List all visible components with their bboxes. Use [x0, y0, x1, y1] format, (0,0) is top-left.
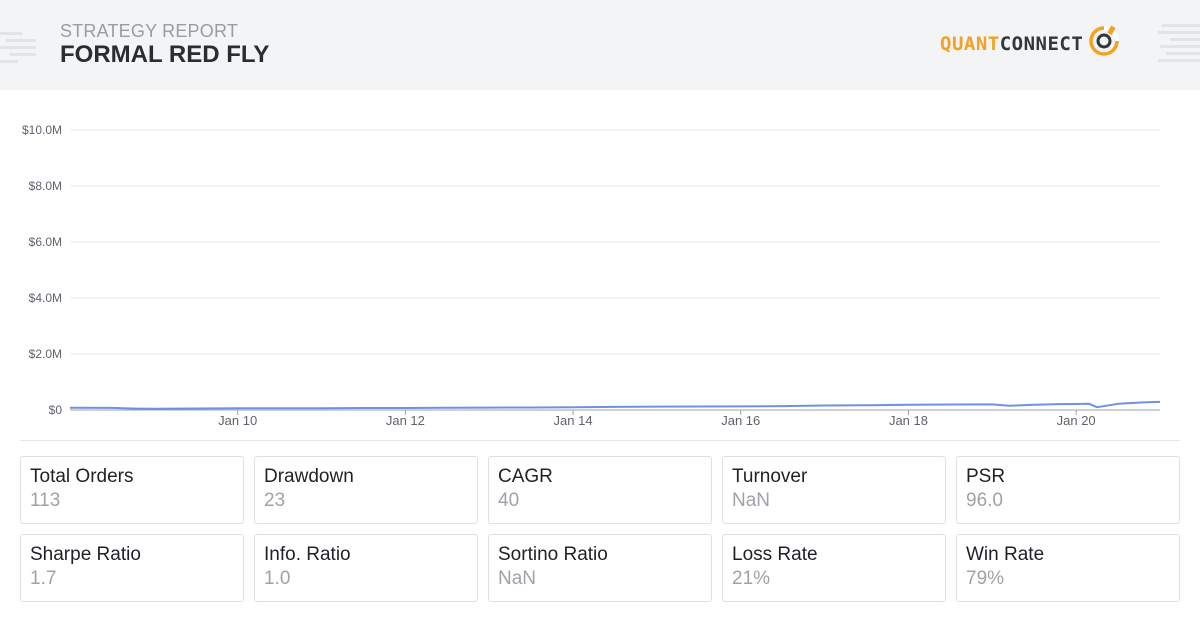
stat-label: Sortino Ratio — [498, 544, 608, 565]
stat-value: 96.0 — [966, 490, 1003, 511]
stat-label: Win Rate — [966, 544, 1045, 565]
stat-card-info-ratio: Info. Ratio 1.0 — [254, 534, 478, 602]
stat-value: 1.0 — [264, 568, 291, 589]
stat-card-loss-rate: Loss Rate 21% — [722, 534, 946, 602]
equity-series-line — [69, 400, 1161, 410]
y-tick-label: $2.0M — [29, 347, 62, 361]
stat-label: Turnover — [732, 466, 808, 487]
stat-card-drawdown: Drawdown 23 — [254, 456, 478, 524]
quantconnect-logo-icon — [1089, 25, 1120, 56]
header-decoration-left — [0, 32, 36, 63]
report-title: FORMAL RED FLY — [60, 41, 270, 68]
quantconnect-logo: QUANT CONNECT — [940, 24, 1121, 64]
stat-value: 23 — [264, 490, 286, 511]
stat-label: Sharpe Ratio — [30, 544, 141, 565]
chart-series — [69, 400, 1161, 410]
chart-grid — [70, 129, 1160, 411]
stat-card-sortino-ratio: Sortino Ratio NaN — [488, 534, 712, 602]
stat-value: NaN — [498, 568, 537, 589]
stat-value: 79% — [966, 568, 1005, 589]
report-header: STRATEGY REPORT FORMAL RED FLY QUANT CON… — [0, 0, 1200, 90]
stat-label: Info. Ratio — [264, 544, 351, 565]
statistics-grid: Total Orders 113 Drawdown 23 CAGR 40 Tur… — [20, 456, 1180, 602]
stat-card-turnover: Turnover NaN — [722, 456, 946, 524]
x-axis-ticks: Jan 10 Jan 12 Jan 14 Jan 16 Jan 18 Jan 20 — [218, 410, 1096, 428]
y-tick-label: $0 — [49, 403, 63, 417]
y-tick-label: $10.0M — [22, 123, 62, 137]
x-tick-label: Jan 14 — [554, 413, 593, 428]
stat-card-psr: PSR 96.0 — [956, 456, 1180, 524]
stat-label: Drawdown — [264, 466, 354, 487]
stat-card-sharpe-ratio: Sharpe Ratio 1.7 — [20, 534, 244, 602]
logo-text-quant: QUANT — [940, 33, 1000, 55]
x-tick-label: Jan 20 — [1057, 413, 1096, 428]
stat-label: CAGR — [498, 466, 553, 487]
chart-divider — [20, 440, 1180, 441]
stat-card-win-rate: Win Rate 79% — [956, 534, 1180, 602]
header-decoration-right — [1158, 24, 1200, 62]
stat-card-cagr: CAGR 40 — [488, 456, 712, 524]
x-tick-label: Jan 12 — [386, 413, 425, 428]
stat-value: 113 — [30, 490, 61, 511]
stat-value: 40 — [498, 490, 520, 511]
stat-card-total-orders: Total Orders 113 — [20, 456, 244, 524]
y-tick-label: $8.0M — [29, 179, 62, 193]
stat-value: 21% — [732, 568, 771, 589]
x-tick-label: Jan 18 — [889, 413, 928, 428]
stat-value: 1.7 — [30, 568, 57, 589]
report-subtitle: STRATEGY REPORT — [60, 21, 239, 41]
stat-label: PSR — [966, 466, 1006, 487]
y-axis-ticks: $0 $2.0M $4.0M $6.0M $8.0M $10.0M — [22, 123, 62, 417]
x-tick-label: Jan 10 — [218, 413, 257, 428]
x-tick-label: Jan 16 — [721, 413, 760, 428]
y-tick-label: $6.0M — [29, 235, 62, 249]
stat-value: NaN — [732, 490, 771, 511]
stat-label: Loss Rate — [732, 544, 818, 565]
equity-chart: $0$2.0M$4.0M$6.0M$8.0M$10.0M Jan 10 Jan 1… — [22, 123, 1161, 428]
logo-text-connect: CONNECT — [999, 33, 1084, 55]
stat-label: Total Orders — [30, 466, 134, 487]
y-tick-label: $4.0M — [29, 291, 62, 305]
